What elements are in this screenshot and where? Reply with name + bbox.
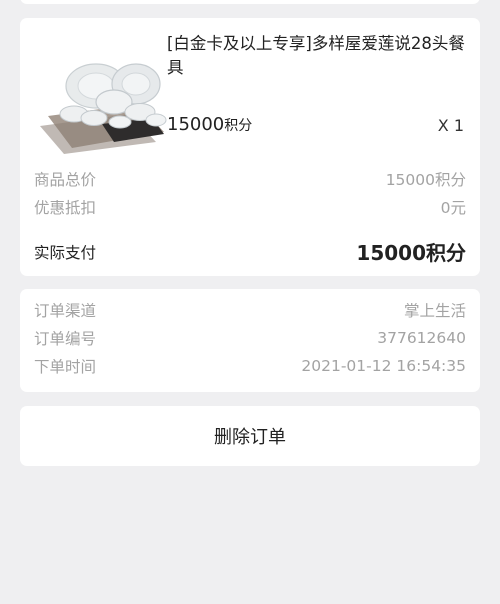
actual-payment-value: 15000积分: [356, 241, 466, 265]
summary-label: 商品总价: [34, 171, 97, 189]
delete-order-label: 删除订单: [214, 427, 286, 448]
order-info-value: 2021-01-12 16:54:35: [301, 357, 466, 375]
actual-payment-label: 实际支付: [34, 243, 97, 262]
summary-value: 15000积分: [385, 171, 466, 189]
product-price-unit: 积分: [224, 118, 253, 134]
product-price: 15000积分: [167, 114, 252, 135]
order-info-card: 订单渠道 掌上生活 订单编号 377612640 下单时间 2021-01-12…: [20, 289, 480, 392]
order-info-label: 下单时间: [34, 358, 97, 376]
previous-card-edge: [20, 0, 480, 4]
order-info-label: 订单编号: [34, 330, 97, 348]
summary-label: 优惠抵扣: [34, 199, 97, 217]
order-info-value[interactable]: 377612640: [377, 329, 466, 347]
product-quantity: X 1: [437, 116, 464, 135]
order-row-channel: 订单渠道 掌上生活: [34, 299, 466, 321]
summary-value: 0元: [440, 199, 466, 217]
product-title[interactable]: [白金卡及以上专享]多样屋爱莲说28头餐具: [167, 32, 467, 80]
order-row-time: 下单时间 2021-01-12 16:54:35: [34, 355, 466, 377]
product-card: [白金卡及以上专享]多样屋爱莲说28头餐具 15000积分 X 1 商品总价 1…: [20, 18, 480, 276]
summary-row-discount: 优惠抵扣 0元: [34, 196, 466, 218]
summary-row-total: 商品总价 15000积分: [34, 168, 466, 190]
order-info-value: 掌上生活: [403, 302, 466, 320]
product-image: [40, 63, 167, 154]
order-info-label: 订单渠道: [34, 302, 97, 320]
product-price-value: 15000: [167, 114, 225, 135]
delete-order-button[interactable]: 删除订单: [20, 406, 480, 466]
summary-row-actual: 实际支付 15000积分: [34, 237, 466, 266]
order-row-number: 订单编号 377612640: [34, 327, 466, 349]
